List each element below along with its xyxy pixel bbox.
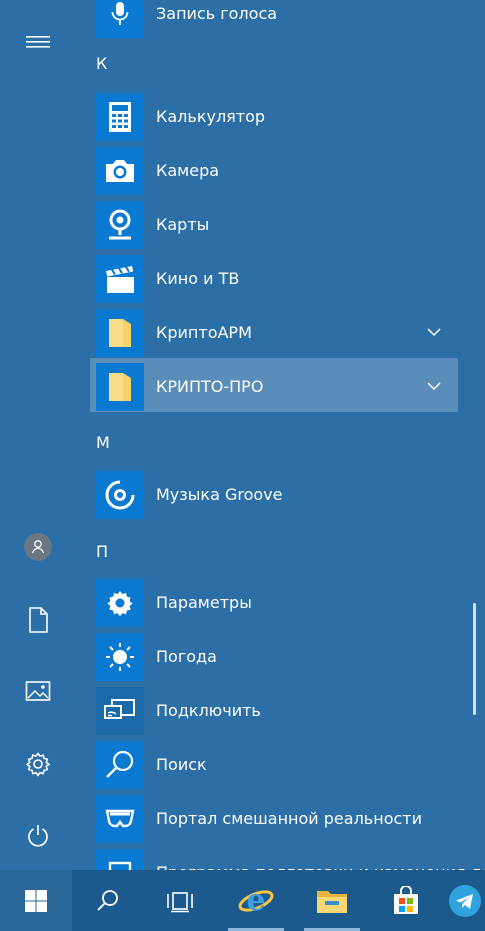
- store-button[interactable]: [372, 870, 440, 931]
- settings-gear-icon: [107, 591, 133, 617]
- app-partial-item[interactable]: Программа подготовки и изменения докумен…: [90, 844, 485, 870]
- app-groove-music[interactable]: Музыка Groove: [90, 466, 458, 520]
- settings-button[interactable]: [14, 740, 62, 788]
- app-label: Подключить: [156, 701, 261, 720]
- chevron-down-icon[interactable]: [424, 376, 444, 396]
- power-button[interactable]: [14, 812, 62, 860]
- app-label: Музыка Groove: [156, 485, 283, 504]
- mixed-reality-headset-icon: [105, 809, 135, 828]
- app-label: Камера: [156, 161, 220, 180]
- group-letter-k[interactable]: К: [96, 54, 107, 73]
- settings-icon: [25, 752, 51, 777]
- calculator-icon: [109, 102, 131, 132]
- microphone-icon: [111, 2, 129, 25]
- file-explorer-icon: [317, 890, 347, 913]
- app-movies-tv[interactable]: Кино и ТВ: [90, 250, 458, 304]
- app-voice-recorder[interactable]: Запись голоса: [90, 0, 458, 39]
- telegram-button[interactable]: [448, 870, 485, 931]
- app-label: Карты: [156, 215, 210, 234]
- app-maps[interactable]: Карты: [90, 196, 458, 250]
- scrollbar[interactable]: [473, 603, 476, 715]
- start-menu: Запись голоса К Калькулятор Камера Карты…: [0, 0, 485, 870]
- task-view-icon: [167, 891, 193, 912]
- app-settings[interactable]: Параметры: [90, 574, 458, 628]
- power-icon: [28, 825, 48, 847]
- search-icon: [106, 750, 134, 778]
- menu-button[interactable]: [14, 18, 62, 66]
- windows-start-icon: [25, 889, 47, 912]
- document-editor-icon: [108, 861, 132, 870]
- task-view-button[interactable]: [146, 870, 214, 931]
- documents-button[interactable]: [14, 596, 62, 644]
- search-icon: [97, 889, 118, 911]
- app-search[interactable]: Поиск: [90, 736, 458, 790]
- app-connect[interactable]: Подключить: [90, 682, 458, 736]
- app-list: Запись голоса К Калькулятор Камера Карты…: [90, 0, 485, 870]
- groove-music-icon: [105, 480, 135, 510]
- store-icon: [394, 885, 418, 914]
- start-rail: [0, 0, 76, 870]
- pictures-icon: [25, 681, 51, 701]
- file-explorer-button[interactable]: [298, 870, 366, 931]
- app-camera[interactable]: Камера: [90, 142, 458, 196]
- app-label: Портал смешанной реальности: [156, 809, 422, 828]
- app-weather[interactable]: Погода: [90, 628, 458, 682]
- app-label: Поиск: [156, 755, 207, 774]
- app-cryptopro[interactable]: КРИПТО-ПРО: [90, 358, 458, 412]
- app-label: Параметры: [156, 593, 252, 612]
- app-label: Погода: [156, 647, 217, 666]
- pictures-button[interactable]: [14, 667, 62, 715]
- user-button[interactable]: [14, 523, 62, 571]
- taskbar-search-button[interactable]: [74, 870, 142, 931]
- svg-text:e: e: [246, 883, 265, 918]
- group-letter-m[interactable]: М: [96, 433, 110, 452]
- folder-icon: [109, 319, 131, 347]
- user-icon: [24, 533, 52, 561]
- internet-explorer-icon: e: [238, 883, 274, 918]
- group-letter-p[interactable]: П: [96, 542, 108, 561]
- map-pin-icon: [109, 209, 131, 240]
- camera-icon: [106, 160, 134, 182]
- folder-icon: [109, 373, 131, 401]
- taskbar: e: [0, 870, 485, 931]
- app-mixed-reality-portal[interactable]: Портал смешанной реальности: [90, 790, 458, 844]
- app-label: Запись голоса: [156, 4, 278, 23]
- app-cryptoarm[interactable]: КриптоАРМ: [90, 304, 458, 358]
- telegram-icon: [449, 884, 481, 917]
- app-calculator[interactable]: Калькулятор: [90, 88, 458, 142]
- app-label: Калькулятор: [156, 107, 266, 126]
- connect-icon: [104, 699, 135, 719]
- sun-icon: [106, 643, 134, 671]
- start-button[interactable]: [0, 870, 72, 931]
- app-label: Кино и ТВ: [156, 269, 240, 288]
- app-label: КриптоАРМ: [156, 323, 252, 342]
- chevron-down-icon[interactable]: [424, 322, 444, 342]
- clapperboard-icon: [106, 266, 134, 293]
- menu-icon: [26, 36, 50, 48]
- documents-icon: [29, 607, 48, 633]
- app-label: Программа подготовки и изменения докумен…: [156, 844, 485, 870]
- app-label: КРИПТО-ПРО: [156, 377, 264, 396]
- internet-explorer-button[interactable]: e: [222, 870, 290, 931]
